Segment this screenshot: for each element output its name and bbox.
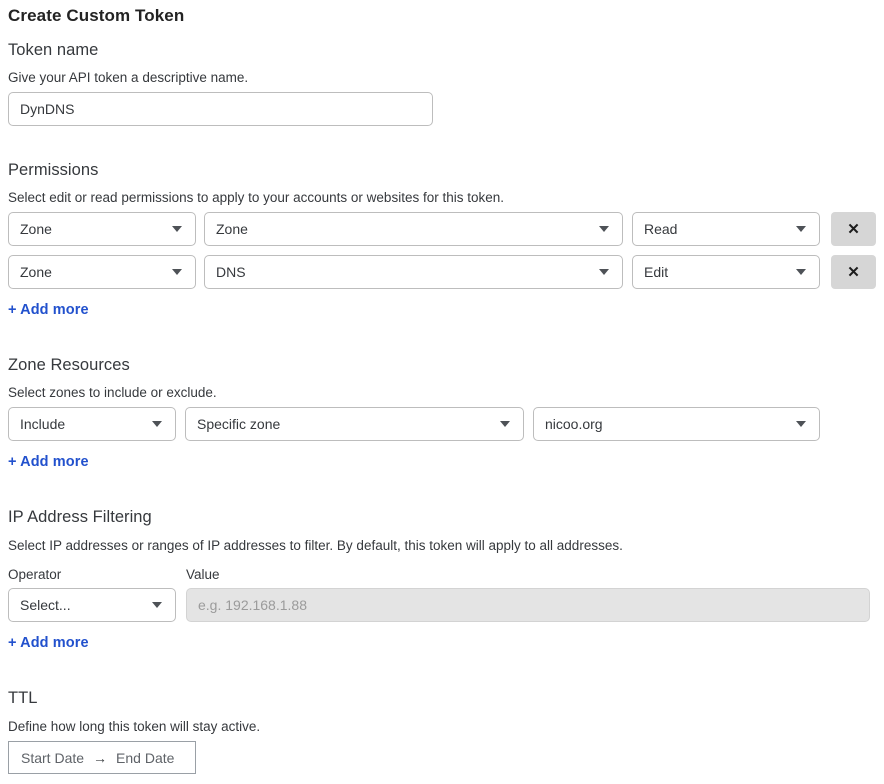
ip-filtering-add-more-link[interactable]: + Add more <box>8 635 89 651</box>
permission-delete-button-1[interactable]: ✕ <box>831 212 876 246</box>
permissions-add-more-link[interactable]: + Add more <box>8 302 89 318</box>
ip-operator-select[interactable]: Select... <box>8 588 176 622</box>
permission-delete-button-2[interactable]: ✕ <box>831 255 876 289</box>
zone-resource-mode-value-1: Include <box>9 416 152 432</box>
ip-value-input[interactable] <box>186 588 870 622</box>
chevron-down-icon <box>599 226 609 232</box>
zone-resource-zone-select-1[interactable]: nicoo.org <box>533 407 820 441</box>
chevron-down-icon <box>796 269 806 275</box>
ttl-description: Define how long this token will stay act… <box>8 719 260 734</box>
zone-resource-zone-value-1: nicoo.org <box>534 416 796 432</box>
ip-operator-value: Select... <box>9 597 152 613</box>
zone-resources-heading: Zone Resources <box>8 356 130 375</box>
permission-resource-select-2[interactable]: DNS <box>204 255 623 289</box>
permission-scope-select-1[interactable]: Zone <box>8 212 196 246</box>
token-name-description: Give your API token a descriptive name. <box>8 70 248 85</box>
permissions-description: Select edit or read permissions to apply… <box>8 190 504 205</box>
permission-resource-value-1: Zone <box>205 221 599 237</box>
arrow-right-icon: → <box>84 751 116 765</box>
zone-resource-mode-select-1[interactable]: Include <box>8 407 176 441</box>
token-name-input[interactable] <box>8 92 433 126</box>
zone-resource-scope-select-1[interactable]: Specific zone <box>185 407 524 441</box>
chevron-down-icon <box>599 269 609 275</box>
chevron-down-icon <box>152 421 162 427</box>
permission-scope-select-2[interactable]: Zone <box>8 255 196 289</box>
chevron-down-icon <box>172 226 182 232</box>
value-label: Value <box>186 567 220 582</box>
ip-filtering-description: Select IP addresses or ranges of IP addr… <box>8 538 623 553</box>
zone-resource-scope-value-1: Specific zone <box>186 416 500 432</box>
permissions-heading: Permissions <box>8 161 98 180</box>
permission-scope-value-2: Zone <box>9 264 172 280</box>
ttl-date-range-picker[interactable]: Start Date → End Date <box>8 741 196 774</box>
close-icon: ✕ <box>847 265 860 280</box>
permission-access-select-1[interactable]: Read <box>632 212 820 246</box>
close-icon: ✕ <box>847 222 860 237</box>
ttl-heading: TTL <box>8 689 37 708</box>
permission-access-value-1: Read <box>633 221 796 237</box>
chevron-down-icon <box>172 269 182 275</box>
ttl-start-date-label[interactable]: Start Date <box>9 750 84 766</box>
permission-access-select-2[interactable]: Edit <box>632 255 820 289</box>
ip-filtering-heading: IP Address Filtering <box>8 508 152 527</box>
permission-resource-value-2: DNS <box>205 264 599 280</box>
chevron-down-icon <box>500 421 510 427</box>
create-custom-token-page: Create Custom Token Token name Give your… <box>0 0 884 784</box>
operator-label: Operator <box>8 567 61 582</box>
zone-resources-description: Select zones to include or exclude. <box>8 385 217 400</box>
permission-scope-value-1: Zone <box>9 221 172 237</box>
page-title: Create Custom Token <box>8 6 184 26</box>
permission-access-value-2: Edit <box>633 264 796 280</box>
chevron-down-icon <box>152 602 162 608</box>
ttl-end-date-label[interactable]: End Date <box>116 750 186 766</box>
chevron-down-icon <box>796 421 806 427</box>
permission-resource-select-1[interactable]: Zone <box>204 212 623 246</box>
chevron-down-icon <box>796 226 806 232</box>
token-name-heading: Token name <box>8 41 98 60</box>
zone-resources-add-more-link[interactable]: + Add more <box>8 454 89 470</box>
